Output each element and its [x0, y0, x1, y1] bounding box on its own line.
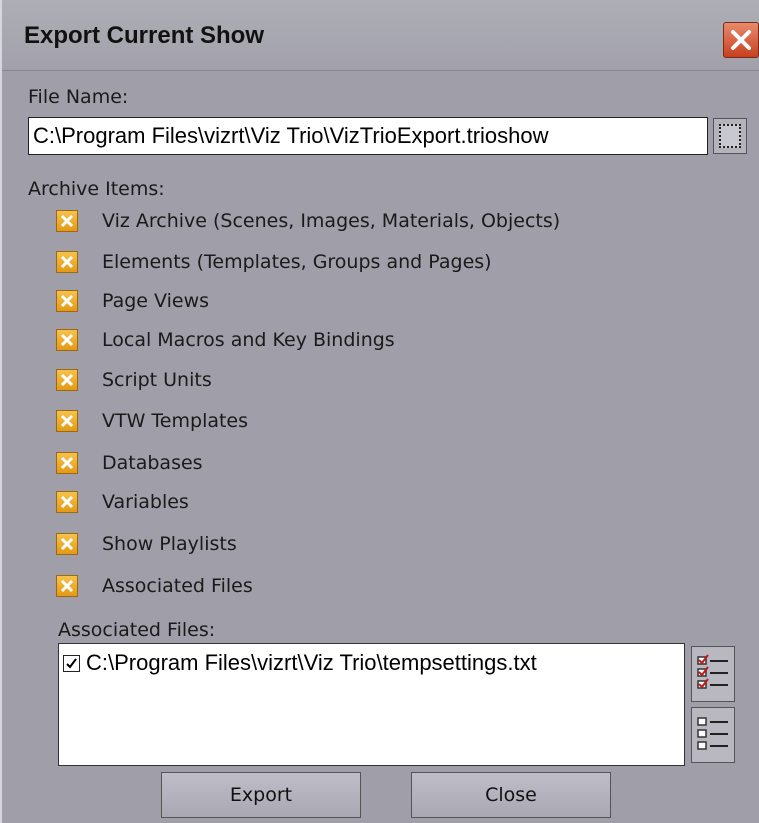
archive-item-label: Variables	[102, 491, 189, 513]
check-x-icon	[60, 294, 74, 308]
archive-item-show-playlists[interactable]: Show Playlists	[56, 531, 237, 557]
checkbox-viz-archive[interactable]	[56, 210, 78, 232]
archive-item-label: Viz Archive (Scenes, Images, Materials, …	[102, 210, 561, 232]
archive-item-label: Page Views	[102, 290, 210, 312]
uncheck-all-list-icon	[697, 717, 728, 750]
browse-button[interactable]	[713, 118, 747, 154]
archive-item-viz-archive[interactable]: Viz Archive (Scenes, Images, Materials, …	[56, 208, 560, 234]
checkbox-show-playlists[interactable]	[56, 533, 78, 555]
archive-item-page-views[interactable]: Page Views	[56, 288, 209, 314]
checkbox-script-units[interactable]	[56, 369, 78, 391]
archive-item-local-macros[interactable]: Local Macros and Key Bindings	[56, 327, 395, 353]
archive-items-label: Archive Items:	[28, 178, 165, 200]
checkbox-databases[interactable]	[56, 452, 78, 474]
associated-files-list[interactable]: C:\Program Files\vizrt\Viz Trio\tempsett…	[58, 643, 685, 766]
archive-item-label: Local Macros and Key Bindings	[102, 329, 395, 351]
list-item[interactable]: C:\Program Files\vizrt\Viz Trio\tempsett…	[63, 650, 537, 676]
archive-item-label: Script Units	[102, 369, 212, 391]
archive-item-label: Show Playlists	[102, 533, 237, 555]
archive-item-variables[interactable]: Variables	[56, 489, 189, 515]
archive-item-elements[interactable]: Elements (Templates, Groups and Pages)	[56, 249, 492, 275]
archive-item-vtw-templates[interactable]: VTW Templates	[56, 408, 248, 434]
checkbox-elements[interactable]	[56, 251, 78, 273]
archive-item-label: VTW Templates	[102, 410, 249, 432]
browse-icon	[719, 124, 741, 148]
dialog-title: Export Current Show	[24, 22, 265, 49]
export-button[interactable]: Export	[161, 772, 361, 818]
close-icon	[731, 30, 751, 50]
check-x-icon	[60, 537, 74, 551]
select-none-files-button[interactable]	[691, 707, 735, 763]
archive-item-associated-files[interactable]: Associated Files	[56, 573, 253, 599]
archive-item-label: Elements (Templates, Groups and Pages)	[102, 251, 492, 273]
close-button[interactable]: Close	[411, 772, 611, 818]
title-bar[interactable]: Export Current Show	[2, 0, 759, 71]
archive-item-label: Databases	[102, 452, 203, 474]
archive-item-databases[interactable]: Databases	[56, 450, 203, 476]
check-x-icon	[60, 255, 74, 269]
file-name-label: File Name:	[28, 86, 129, 108]
archive-item-label: Associated Files	[102, 575, 253, 597]
checkbox-vtw-templates[interactable]	[56, 410, 78, 432]
checkmark-icon	[66, 657, 77, 669]
checkbox-local-macros[interactable]	[56, 329, 78, 351]
check-all-list-icon	[697, 654, 728, 689]
checkbox-associated-files[interactable]	[56, 575, 78, 597]
check-x-icon	[60, 373, 74, 387]
file-name-input[interactable]: C:\Program Files\vizrt\Viz Trio\VizTrioE…	[28, 117, 708, 155]
archive-item-script-units[interactable]: Script Units	[56, 367, 212, 393]
check-x-icon	[60, 456, 74, 470]
check-x-icon	[60, 495, 74, 509]
check-x-icon	[60, 579, 74, 593]
check-x-icon	[60, 333, 74, 347]
check-x-icon	[60, 414, 74, 428]
checkbox-variables[interactable]	[56, 491, 78, 513]
select-all-files-button[interactable]	[691, 646, 735, 702]
checkbox-page-views[interactable]	[56, 290, 78, 312]
associated-files-label: Associated Files:	[58, 619, 216, 641]
export-dialog: Export Current Show File Name: C:\Progra…	[0, 0, 759, 823]
check-x-icon	[60, 214, 74, 228]
close-window-button[interactable]	[723, 22, 759, 58]
file-checkbox[interactable]	[63, 654, 80, 672]
file-path: C:\Program Files\vizrt\Viz Trio\tempsett…	[86, 650, 537, 675]
